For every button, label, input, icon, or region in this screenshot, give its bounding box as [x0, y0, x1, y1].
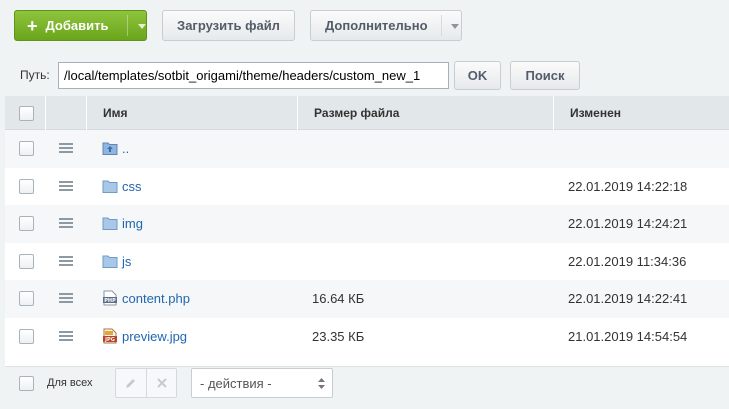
php-file-icon: PHP: [103, 290, 117, 306]
file-grid: Имя Размер файла Изменен .. css 22.01.20…: [5, 96, 729, 366]
row-checkbox[interactable]: [19, 178, 34, 194]
row-checkbox[interactable]: [19, 141, 34, 156]
row-name-link[interactable]: preview.jpg: [122, 329, 187, 344]
header-actions-col: [45, 96, 86, 130]
pencil-icon[interactable]: [124, 376, 138, 390]
row-size: 16.64 КБ: [312, 291, 365, 306]
table-row[interactable]: css 22.01.2019 14:22:18: [5, 167, 729, 205]
chevron-down-icon[interactable]: [451, 24, 459, 29]
upload-file-button[interactable]: Загрузить файл: [162, 10, 295, 41]
header-size[interactable]: Размер файла: [297, 96, 553, 130]
add-button[interactable]: + Добавить: [14, 10, 147, 41]
add-button-divider: [127, 15, 128, 36]
table-row[interactable]: ..: [5, 130, 729, 168]
close-icon[interactable]: [156, 377, 168, 389]
row-name-link[interactable]: css: [122, 179, 142, 194]
for-all-checkbox[interactable]: [19, 376, 34, 391]
path-bar: Путь: OK Поиск: [0, 52, 729, 96]
svg-text:JPG: JPG: [104, 337, 115, 343]
table-row[interactable]: img 22.01.2019 14:24:21: [5, 205, 729, 243]
header-name-label: Имя: [103, 106, 128, 120]
row-name-link[interactable]: ..: [122, 141, 129, 156]
group-actions-divider: [146, 369, 147, 397]
row-checkbox[interactable]: [19, 291, 34, 306]
up-folder-icon: [102, 142, 118, 155]
more-button-label: Дополнительно: [325, 18, 428, 33]
folder-icon: [102, 217, 118, 230]
row-checkbox[interactable]: [19, 328, 34, 344]
jpg-file-icon: JPG: [103, 328, 117, 343]
header-modified-label: Изменен: [570, 106, 622, 120]
path-input[interactable]: [58, 62, 449, 89]
grid-footer: Для всех - действия -: [5, 366, 729, 409]
row-checkbox[interactable]: [19, 216, 34, 231]
table-row[interactable]: JPG preview.jpg 23.35 КБ 21.01.2019 14:5…: [5, 317, 729, 355]
row-modified: 22.01.2019 14:24:21: [568, 216, 688, 231]
folder-icon: [102, 180, 118, 193]
table-row[interactable]: PHP content.php 16.64 КБ 22.01.2019 14:2…: [5, 280, 729, 318]
row-modified: 21.01.2019 14:54:54: [568, 328, 688, 344]
upload-file-label: Загрузить файл: [177, 18, 280, 33]
row-name-link[interactable]: js: [122, 254, 131, 269]
toolbar: + Добавить Загрузить файл Дополнительно: [0, 0, 729, 52]
ok-button-label: OK: [467, 68, 488, 83]
path-label: Путь:: [20, 68, 50, 82]
row-modified: 22.01.2019 11:34:36: [568, 253, 687, 269]
updown-arrows-icon: [318, 378, 325, 389]
header-modified[interactable]: Изменен: [553, 96, 729, 130]
add-button-label: Добавить: [45, 18, 109, 33]
ok-button[interactable]: OK: [454, 61, 501, 90]
row-modified: 22.01.2019 14:22:41: [568, 291, 688, 306]
header-name[interactable]: Имя: [86, 96, 297, 130]
group-actions: [115, 368, 177, 398]
plus-icon: +: [27, 15, 38, 36]
more-button[interactable]: Дополнительно: [310, 10, 462, 41]
row-menu-icon[interactable]: [59, 293, 73, 303]
row-name-link[interactable]: img: [122, 216, 143, 231]
grid-header: Имя Размер файла Изменен: [5, 96, 729, 130]
search-button-label: Поиск: [525, 68, 565, 83]
row-menu-icon[interactable]: [59, 255, 73, 266]
actions-select[interactable]: - действия -: [191, 368, 333, 398]
row-menu-icon[interactable]: [59, 143, 73, 153]
folder-icon: [102, 255, 118, 268]
table-row[interactable]: js 22.01.2019 11:34:36: [5, 242, 729, 280]
chevron-down-icon[interactable]: [138, 24, 146, 29]
header-size-label: Размер файла: [314, 106, 400, 120]
row-modified: 22.01.2019 14:22:18: [568, 178, 688, 194]
row-menu-icon[interactable]: [59, 180, 73, 191]
search-button[interactable]: Поиск: [510, 61, 580, 90]
for-all-label: Для всех: [47, 377, 93, 389]
row-menu-icon[interactable]: [59, 218, 73, 228]
more-button-divider: [441, 15, 442, 36]
row-checkbox[interactable]: [19, 253, 34, 269]
actions-select-value: - действия -: [200, 375, 272, 391]
svg-text:PHP: PHP: [104, 298, 116, 304]
row-size: 23.35 КБ: [312, 328, 365, 344]
row-menu-icon[interactable]: [59, 330, 73, 341]
select-all-checkbox[interactable]: [19, 106, 34, 121]
row-name-link[interactable]: content.php: [122, 291, 190, 306]
